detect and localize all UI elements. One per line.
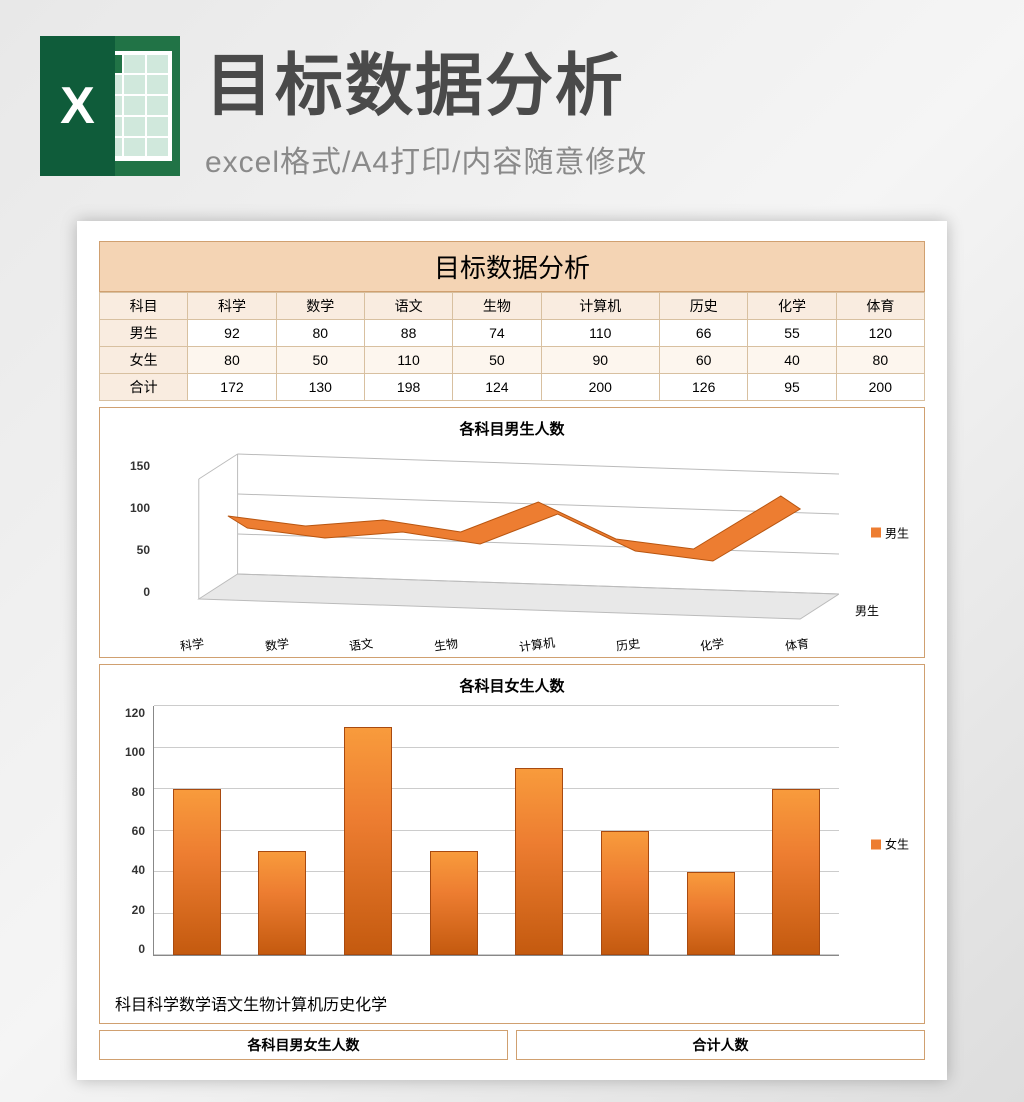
table-cell: 80 xyxy=(276,320,364,347)
table-cell: 130 xyxy=(276,374,364,401)
banner-subtitle: excel格式/A4打印/内容随意修改 xyxy=(205,137,647,181)
table-row: 女生80501105090604080 xyxy=(100,347,925,374)
chart-male-depth-label: 男生 xyxy=(855,602,879,619)
xtick: 科学 xyxy=(179,634,205,654)
ytick: 80 xyxy=(132,785,145,799)
bar xyxy=(430,851,478,955)
table-cell: 88 xyxy=(364,320,452,347)
sheet-title: 目标数据分析 xyxy=(99,241,925,292)
table-cell: 90 xyxy=(541,347,659,374)
table-cell: 60 xyxy=(660,347,748,374)
ytick: 40 xyxy=(132,863,145,877)
xtick: 数学 xyxy=(179,997,211,1014)
ytick: 100 xyxy=(125,745,145,759)
bar xyxy=(258,851,306,955)
table-cell: 92 xyxy=(188,320,276,347)
ytick: 60 xyxy=(132,824,145,838)
bar xyxy=(772,789,820,955)
table-cell: 124 xyxy=(453,374,541,401)
column-header: 历史 xyxy=(660,293,748,320)
table-cell: 55 xyxy=(748,320,836,347)
table-row: 男生928088741106655120 xyxy=(100,320,925,347)
column-header: 数学 xyxy=(276,293,364,320)
table-cell: 50 xyxy=(276,347,364,374)
bar xyxy=(601,831,649,956)
table-cell: 172 xyxy=(188,374,276,401)
table-cell: 50 xyxy=(453,347,541,374)
table-cell: 80 xyxy=(836,347,924,374)
xtick: 科目 xyxy=(115,997,147,1014)
bar xyxy=(173,789,221,955)
table-row: 合计17213019812420012695200 xyxy=(100,374,925,401)
xtick: 科学 xyxy=(147,997,179,1014)
ytick: 120 xyxy=(125,706,145,720)
xtick: 数学 xyxy=(264,634,290,654)
xtick: 计算机 xyxy=(275,997,323,1014)
xtick: 语文 xyxy=(211,997,243,1014)
xtick: 化学 xyxy=(699,634,725,654)
table-cell: 80 xyxy=(188,347,276,374)
table-cell: 95 xyxy=(748,374,836,401)
document-page: 目标数据分析 科目科学数学语文生物计算机历史化学体育 男生92808874110… xyxy=(77,221,947,1080)
table-cell: 110 xyxy=(541,320,659,347)
column-header: 化学 xyxy=(748,293,836,320)
xtick: 历史 xyxy=(323,997,355,1014)
ytick: 20 xyxy=(132,903,145,917)
excel-icon: X xyxy=(40,36,180,176)
table-cell: 74 xyxy=(453,320,541,347)
bar xyxy=(687,872,735,955)
table-cell: 200 xyxy=(836,374,924,401)
chart-female: 各科目女生人数 女生 120 100 80 60 40 20 0 科目科学数学语文生物计算机… xyxy=(99,664,925,1024)
chart-total-title: 合计人数 xyxy=(516,1030,925,1060)
xtick: 体育 xyxy=(784,634,810,654)
column-header: 科学 xyxy=(188,293,276,320)
table-cell: 200 xyxy=(541,374,659,401)
column-header: 计算机 xyxy=(541,293,659,320)
chart-male: 各科目男生人数 男生 150 100 50 0 xyxy=(99,407,925,658)
table-cell: 40 xyxy=(748,347,836,374)
column-header: 科目 xyxy=(100,293,188,320)
chart-male-legend: 男生 xyxy=(871,524,909,541)
xtick: 生物 xyxy=(243,997,275,1014)
ytick: 50 xyxy=(137,543,150,557)
data-table: 科目科学数学语文生物计算机历史化学体育 男生928088741106655120… xyxy=(99,292,925,401)
column-header: 体育 xyxy=(836,293,924,320)
chart-male-plot xyxy=(160,449,839,649)
column-header: 生物 xyxy=(453,293,541,320)
chart-female-plot xyxy=(153,706,839,956)
chart-female-legend: 女生 xyxy=(871,836,909,853)
excel-x-letter: X xyxy=(40,36,115,176)
chart-combined-title: 各科目男女生人数 xyxy=(99,1030,508,1060)
chart-female-title: 各科目女生人数 xyxy=(115,675,909,696)
column-header: 语文 xyxy=(364,293,452,320)
banner-header: X 目标数据分析 excel格式/A4打印/内容随意修改 xyxy=(0,0,1024,201)
row-label: 合计 xyxy=(100,374,188,401)
row-label: 男生 xyxy=(100,320,188,347)
xtick: 计算机 xyxy=(518,634,556,656)
ytick: 100 xyxy=(130,501,150,515)
table-cell: 126 xyxy=(660,374,748,401)
chart-male-title: 各科目男生人数 xyxy=(115,418,909,439)
table-cell: 198 xyxy=(364,374,452,401)
xtick: 化学 xyxy=(355,997,387,1014)
xtick: 历史 xyxy=(614,634,640,654)
ytick: 0 xyxy=(143,585,150,599)
row-label: 女生 xyxy=(100,347,188,374)
banner-title: 目标数据分析 xyxy=(205,30,647,129)
ytick: 0 xyxy=(138,942,145,956)
ytick: 150 xyxy=(130,459,150,473)
xtick: 生物 xyxy=(433,634,459,654)
bar xyxy=(515,768,563,955)
table-cell: 66 xyxy=(660,320,748,347)
table-cell: 120 xyxy=(836,320,924,347)
xtick: 语文 xyxy=(348,634,374,654)
table-cell: 110 xyxy=(364,347,452,374)
bar xyxy=(344,727,392,955)
